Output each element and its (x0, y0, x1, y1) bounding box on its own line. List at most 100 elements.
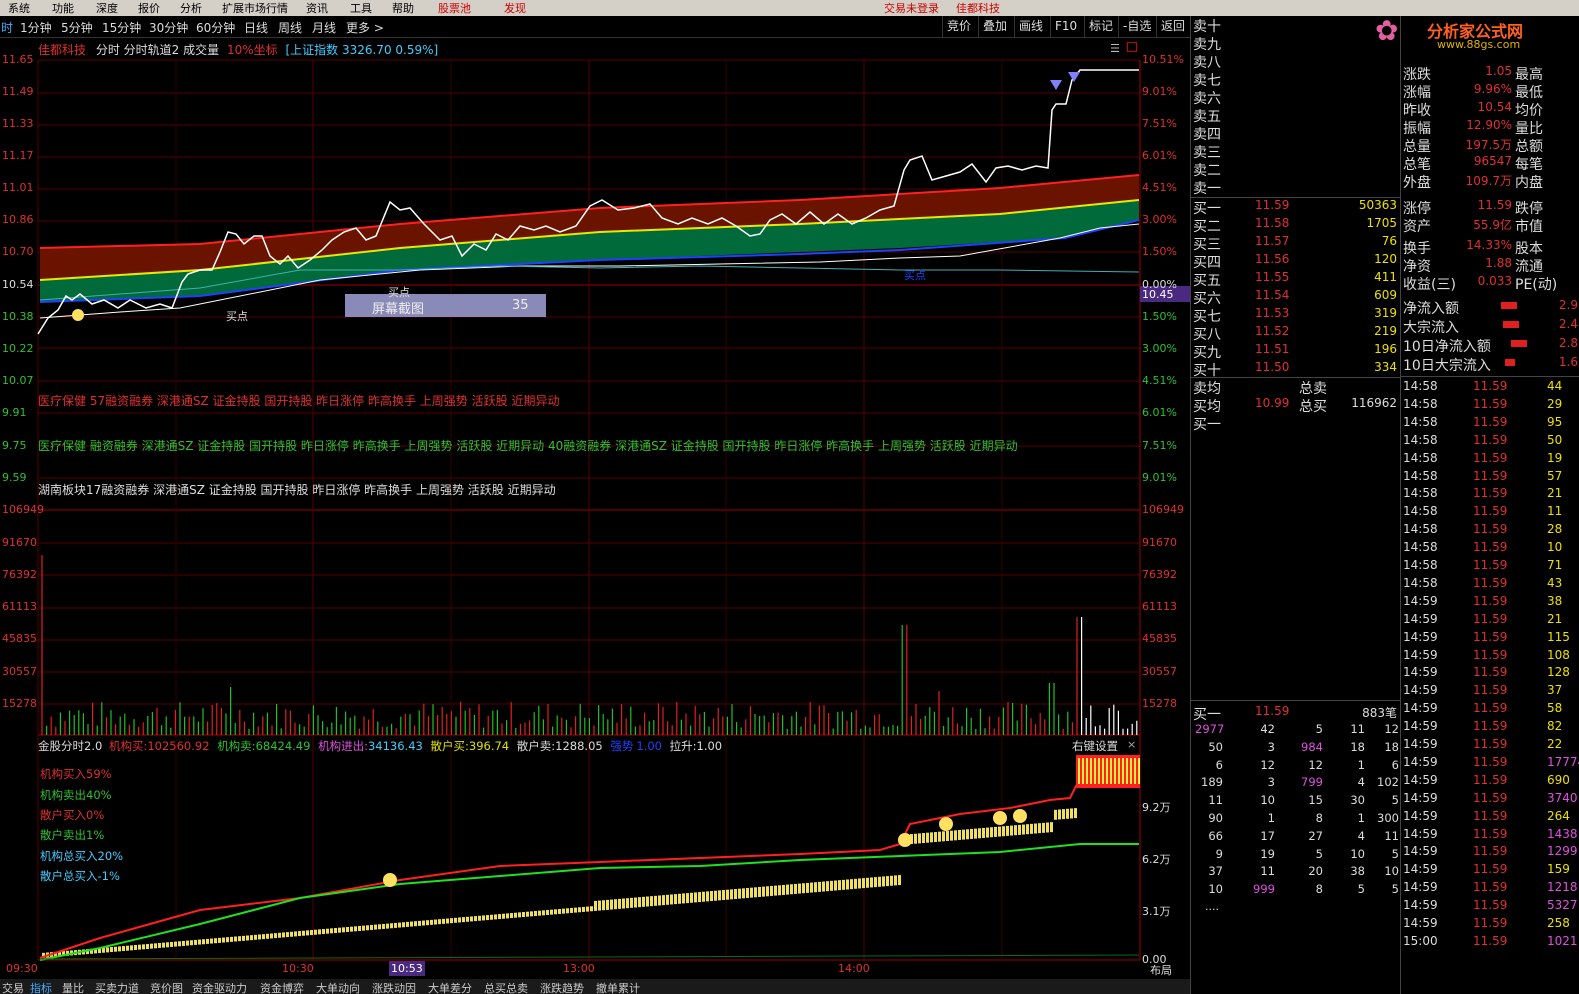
period-tab-5min[interactable]: 5分钟 (61, 19, 93, 36)
buy-level-row[interactable]: 买八 11.52 219 (1191, 324, 1401, 343)
tab-change-cause[interactable]: 涨跌动因 (372, 980, 416, 994)
tab-buy-sell-force[interactable]: 买卖力道 (95, 980, 139, 994)
mark-button[interactable]: 标记 (1084, 16, 1117, 37)
flow-bar-tick (1034, 823, 1037, 834)
tick-row[interactable]: 14:59 11.59 3740 (1401, 791, 1579, 809)
period-tab-week[interactable]: 周线 (278, 19, 302, 36)
menu-analysis[interactable]: 分析 (180, 0, 202, 16)
flow-bar-tick (510, 913, 513, 919)
tick-row[interactable]: 14:59 11.59 258 (1401, 916, 1579, 934)
buy-level-row[interactable]: 买六 11.54 609 (1191, 288, 1401, 307)
period-tab-30min[interactable]: 30分钟 (149, 19, 188, 36)
tab-total-buy-sell[interactable]: 总买总卖 (484, 980, 528, 994)
right-click-settings[interactable]: 右键设置 (1072, 738, 1118, 754)
tick-time: 14:59 (1403, 826, 1438, 841)
tab-fund-game[interactable]: 资金博弈 (260, 980, 304, 994)
period-tab-more[interactable]: 更多 > (346, 19, 384, 36)
menu-tools[interactable]: 工具 (350, 0, 372, 16)
tick-row[interactable]: 14:59 11.59 690 (1401, 773, 1579, 791)
tick-row[interactable]: 14:58 11.59 95 (1401, 415, 1579, 433)
period-tab-day[interactable]: 日线 (244, 19, 268, 36)
flow-bar-tick (1078, 758, 1080, 784)
tick-row[interactable]: 14:59 11.59 159 (1401, 862, 1579, 880)
tab-big-order[interactable]: 大单动向 (316, 980, 360, 994)
main-chart-canvas[interactable] (0, 38, 1190, 978)
period-tab-15min[interactable]: 15分钟 (102, 19, 141, 36)
tick-row[interactable]: 14:58 11.59 43 (1401, 576, 1579, 594)
buy-level-row[interactable]: 买九 11.51 196 (1191, 342, 1401, 361)
tick-row[interactable]: 14:59 11.59 115 (1401, 630, 1579, 648)
buy-level-row[interactable]: 买七 11.53 319 (1191, 306, 1401, 325)
flow-indicator-title[interactable]: 金股分时2.0 (38, 739, 102, 753)
tick-row[interactable]: 14:59 11.59 1438 (1401, 827, 1579, 845)
tick-row[interactable]: 14:59 11.59 5327 (1401, 898, 1579, 916)
tick-row[interactable]: 14:58 11.59 28 (1401, 522, 1579, 540)
flow-bar-tick (914, 833, 917, 844)
tick-row[interactable]: 14:59 11.59 21 (1401, 612, 1579, 630)
pct-tick: 6.01% (1142, 406, 1177, 419)
buy-level-row[interactable]: 买十 11.50 334 (1191, 360, 1401, 379)
buy-level-row[interactable]: 买五 11.55 411 (1191, 270, 1401, 289)
menu-news[interactable]: 资讯 (306, 0, 328, 16)
close-icon[interactable]: × (1127, 738, 1136, 751)
menu-system[interactable]: 系统 (8, 0, 30, 16)
flow-bar-tick (414, 921, 417, 927)
menu-quote[interactable]: 报价 (138, 0, 160, 16)
tab-fund-drive[interactable]: 资金驱动力 (192, 980, 247, 994)
queue-price: 11.59 (1255, 704, 1290, 718)
tick-row[interactable]: 14:58 11.59 71 (1401, 558, 1579, 576)
tab-auction-chart[interactable]: 竞价图 (150, 980, 183, 994)
stat-institution-total: 机构总买入20% (40, 849, 124, 863)
period-tab-month[interactable]: 月线 (312, 19, 336, 36)
tick-row[interactable]: 14:59 11.59 17774 (1401, 755, 1579, 773)
add-watchlist-button[interactable]: -自选 (1118, 16, 1155, 37)
period-tab-60min[interactable]: 60分钟 (196, 19, 235, 36)
tick-row[interactable]: 14:58 11.59 29 (1401, 397, 1579, 415)
period-tab-intraday[interactable]: 时 (1, 19, 13, 36)
tick-row[interactable]: 14:59 11.59 1299 (1401, 844, 1579, 862)
flow-bar-tick (598, 900, 601, 911)
menu-function[interactable]: 功能 (52, 0, 74, 16)
menu-stock-pool[interactable]: 股票池 (438, 0, 471, 16)
menu-help[interactable]: 帮助 (392, 0, 414, 16)
login-status[interactable]: 交易未登录 (884, 0, 939, 16)
tick-row[interactable]: 14:59 11.59 1218 (1401, 880, 1579, 898)
brand-url[interactable]: www.88gs.com (1437, 38, 1520, 51)
tick-row[interactable]: 14:59 11.59 108 (1401, 648, 1579, 666)
layout-button[interactable]: 布局 (1150, 962, 1172, 978)
tick-row[interactable]: 15:00 11.59 1021 (1401, 934, 1579, 952)
tick-row[interactable]: 14:59 11.59 58 (1401, 701, 1579, 719)
back-button[interactable]: 返回 (1156, 16, 1189, 37)
tick-row[interactable]: 14:59 11.59 128 (1401, 665, 1579, 683)
tick-row[interactable]: 14:59 11.59 38 (1401, 594, 1579, 612)
tick-row[interactable]: 14:59 11.59 37 (1401, 683, 1579, 701)
auction-button[interactable]: 竞价 (942, 16, 975, 37)
draw-line-button[interactable]: 画线 (1014, 16, 1047, 37)
menu-discover[interactable]: 发现 (504, 0, 526, 16)
buy-level-row[interactable]: 买四 11.56 120 (1191, 252, 1401, 271)
tick-row[interactable]: 14:59 11.59 82 (1401, 719, 1579, 737)
tick-row[interactable]: 14:58 11.59 50 (1401, 433, 1579, 451)
tick-row[interactable]: 14:58 11.59 10 (1401, 540, 1579, 558)
buy-level-row[interactable]: 买二 11.58 1705 (1191, 216, 1401, 235)
tick-row[interactable]: 14:58 11.59 57 (1401, 469, 1579, 487)
tab-trade[interactable]: 交易 (2, 980, 24, 994)
buy-level-row[interactable]: 买一 11.59 50363 (1191, 198, 1401, 217)
tab-big-order-diff[interactable]: 大单差分 (428, 980, 472, 994)
menu-ext-market[interactable]: 扩展市场行情 (222, 0, 288, 16)
tick-row[interactable]: 14:58 11.59 19 (1401, 451, 1579, 469)
tick-row[interactable]: 14:59 11.59 22 (1401, 737, 1579, 755)
tick-row[interactable]: 14:58 11.59 44 (1401, 379, 1579, 397)
tab-trend[interactable]: 涨跌趋势 (540, 980, 584, 994)
tick-row[interactable]: 14:58 11.59 11 (1401, 504, 1579, 522)
tab-cancel-cumulative[interactable]: 撤单累计 (596, 980, 640, 994)
tab-indicator[interactable]: 指标 (30, 980, 52, 994)
buy-level-row[interactable]: 买三 11.57 76 (1191, 234, 1401, 253)
tab-volume-ratio[interactable]: 量比 (62, 980, 84, 994)
menu-depth[interactable]: 深度 (96, 0, 118, 16)
tick-row[interactable]: 14:58 11.59 21 (1401, 486, 1579, 504)
f10-button[interactable]: F10 (1050, 16, 1081, 37)
overlay-button[interactable]: 叠加 (978, 16, 1011, 37)
tick-row[interactable]: 14:59 11.59 264 (1401, 809, 1579, 827)
period-tab-1min[interactable]: 1分钟 (20, 19, 52, 36)
